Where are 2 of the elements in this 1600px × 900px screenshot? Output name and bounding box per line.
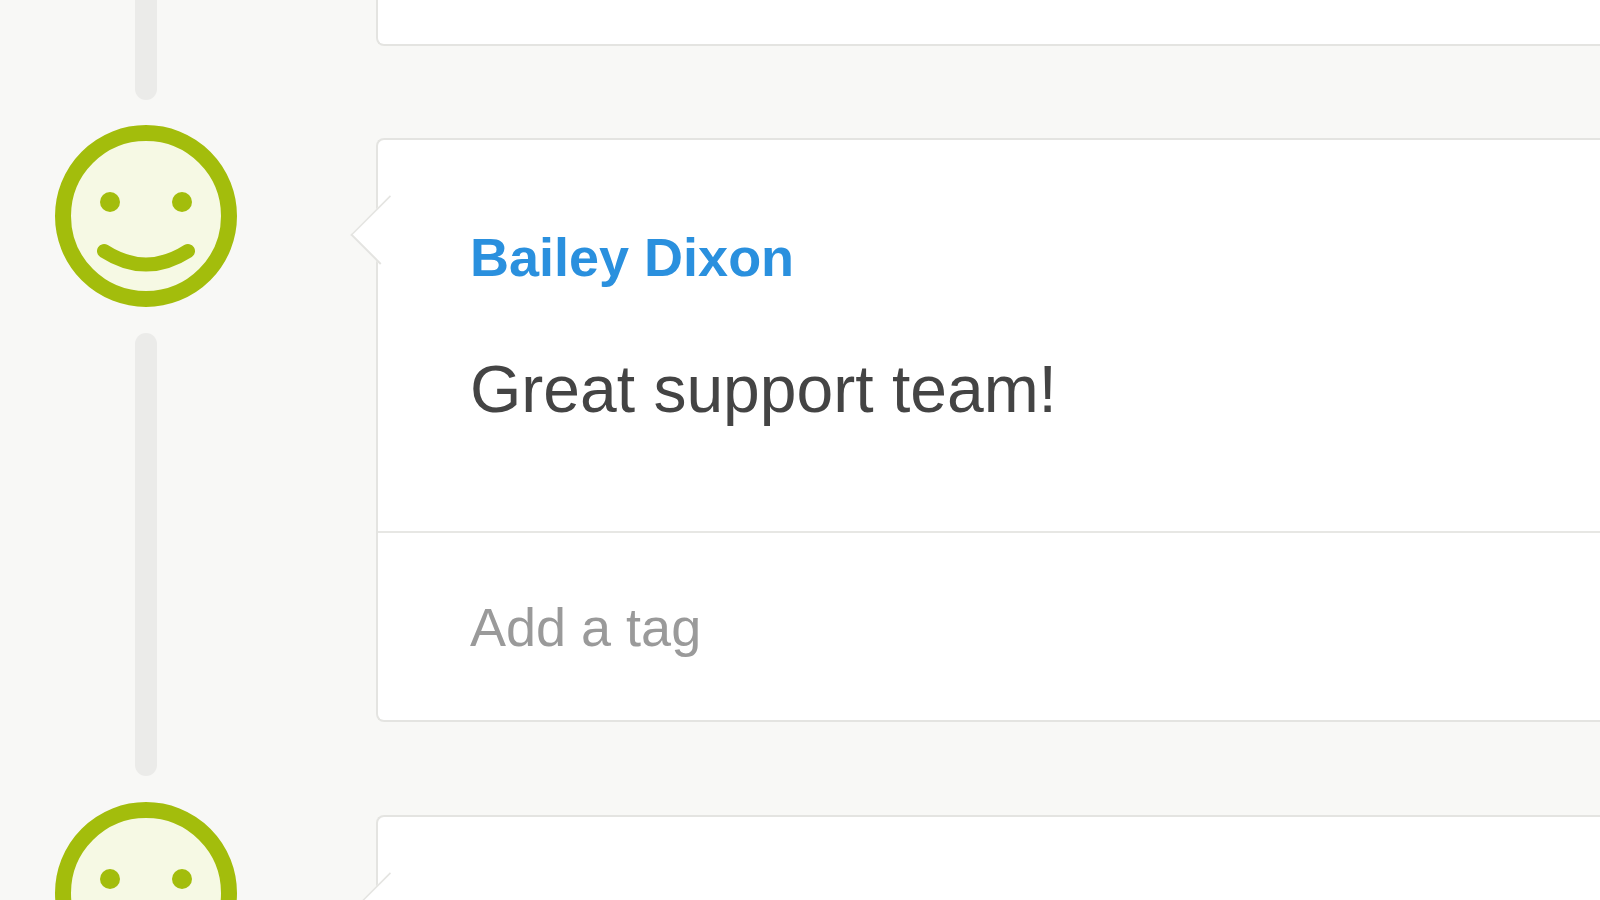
tag-input-field[interactable]: Add a tag xyxy=(470,595,1170,658)
smiley-face-icon xyxy=(55,125,237,307)
